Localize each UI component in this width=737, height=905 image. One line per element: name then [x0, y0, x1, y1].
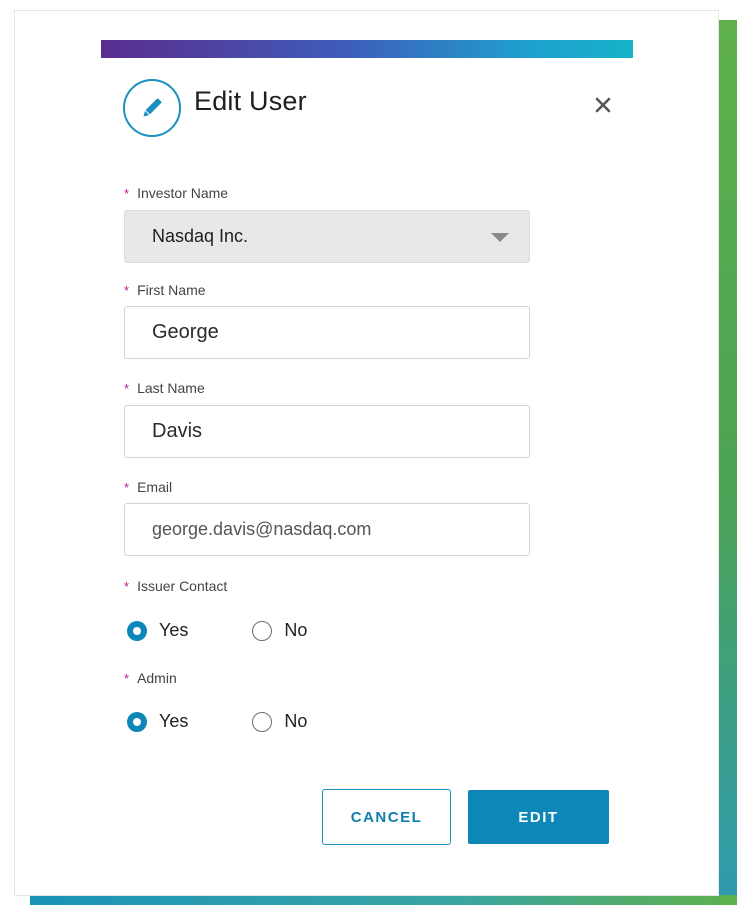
pencil-icon — [123, 79, 181, 137]
required-marker: * — [124, 381, 130, 396]
issuer-contact-yes-radio[interactable]: Yes — [127, 620, 188, 641]
dialog-title: Edit User — [194, 86, 307, 116]
edit-button[interactable]: EDIT — [468, 790, 609, 844]
email-label: * Email — [124, 479, 173, 495]
admin-yes-radio[interactable]: Yes — [127, 711, 188, 732]
chevron-down-icon — [491, 233, 509, 242]
first-name-input[interactable]: George — [124, 306, 530, 359]
cancel-button[interactable]: CANCEL — [322, 789, 451, 845]
radio-unselected-icon — [252, 711, 273, 732]
first-name-label: * First Name — [124, 282, 206, 298]
issuer-contact-label: * Issuer Contact — [124, 578, 228, 594]
investor-name-label: * Investor Name — [124, 185, 229, 201]
radio-selected-icon — [127, 711, 147, 732]
backdrop-bottom-strip — [30, 895, 737, 905]
email-field[interactable]: george.davis@nasdaq.com — [124, 503, 530, 556]
radio-unselected-icon — [252, 620, 273, 641]
investor-name-value: Nasdaq Inc. — [152, 226, 249, 246]
admin-no-radio[interactable]: No — [252, 711, 307, 732]
admin-radio-group: Yes No — [127, 711, 307, 732]
investor-name-select[interactable]: Nasdaq Inc. — [124, 210, 530, 263]
admin-label: * Admin — [124, 670, 177, 686]
close-icon[interactable] — [590, 92, 616, 118]
required-marker: * — [124, 671, 130, 686]
last-name-label: * Last Name — [124, 380, 205, 396]
required-marker: * — [124, 283, 130, 298]
issuer-contact-no-radio[interactable]: No — [252, 620, 307, 641]
issuer-contact-radio-group: Yes No — [127, 620, 307, 641]
radio-selected-icon — [127, 620, 147, 641]
last-name-input[interactable]: Davis — [124, 405, 530, 458]
required-marker: * — [124, 186, 130, 201]
required-marker: * — [124, 579, 130, 594]
dialog-accent-bar — [101, 40, 633, 58]
required-marker: * — [124, 480, 130, 495]
